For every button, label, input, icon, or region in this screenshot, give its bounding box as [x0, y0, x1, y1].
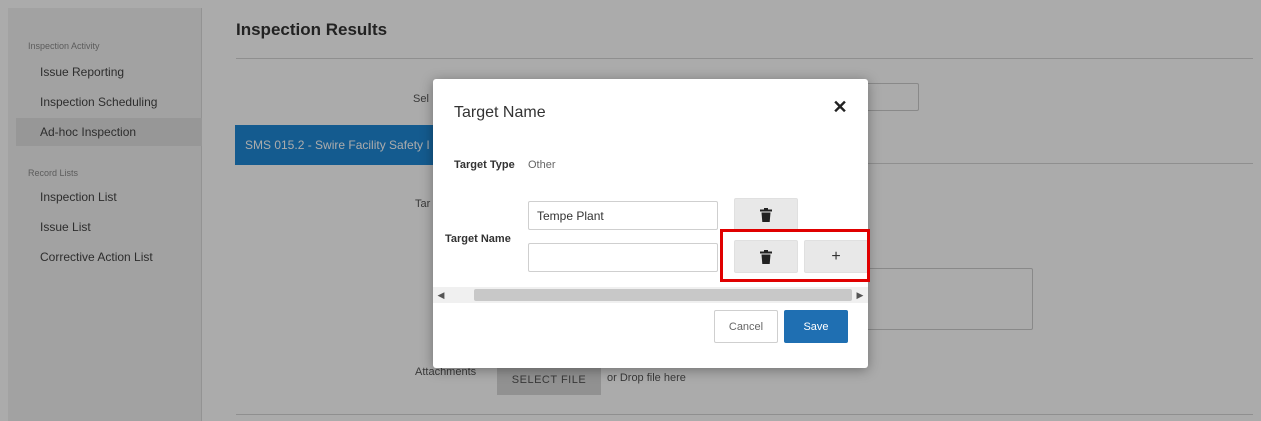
- delete-row-2-button[interactable]: [734, 240, 798, 273]
- target-name-label: Target Name: [445, 233, 511, 245]
- trash-icon: [760, 207, 772, 222]
- scroll-right-icon[interactable]: ▶: [852, 287, 868, 303]
- target-type-label: Target Type: [454, 159, 515, 171]
- target-name-input-1[interactable]: [528, 201, 718, 230]
- close-icon[interactable]: ✕: [830, 97, 850, 117]
- plus-icon: +: [831, 247, 841, 265]
- scroll-left-icon[interactable]: ◀: [433, 287, 449, 303]
- modal-title: Target Name: [454, 104, 546, 121]
- target-name-input-2[interactable]: [528, 243, 718, 272]
- delete-row-1-button[interactable]: [734, 198, 798, 231]
- save-button[interactable]: Save: [784, 310, 848, 343]
- scrollbar-thumb[interactable]: [474, 289, 852, 301]
- horizontal-scrollbar[interactable]: ◀ ▶: [433, 287, 868, 303]
- target-name-dialog: Target Name ✕ Target Type Other Target N…: [433, 79, 868, 368]
- trash-icon: [760, 249, 772, 264]
- target-type-value: Other: [528, 159, 556, 171]
- cancel-button[interactable]: Cancel: [714, 310, 778, 343]
- add-row-button[interactable]: +: [804, 240, 868, 273]
